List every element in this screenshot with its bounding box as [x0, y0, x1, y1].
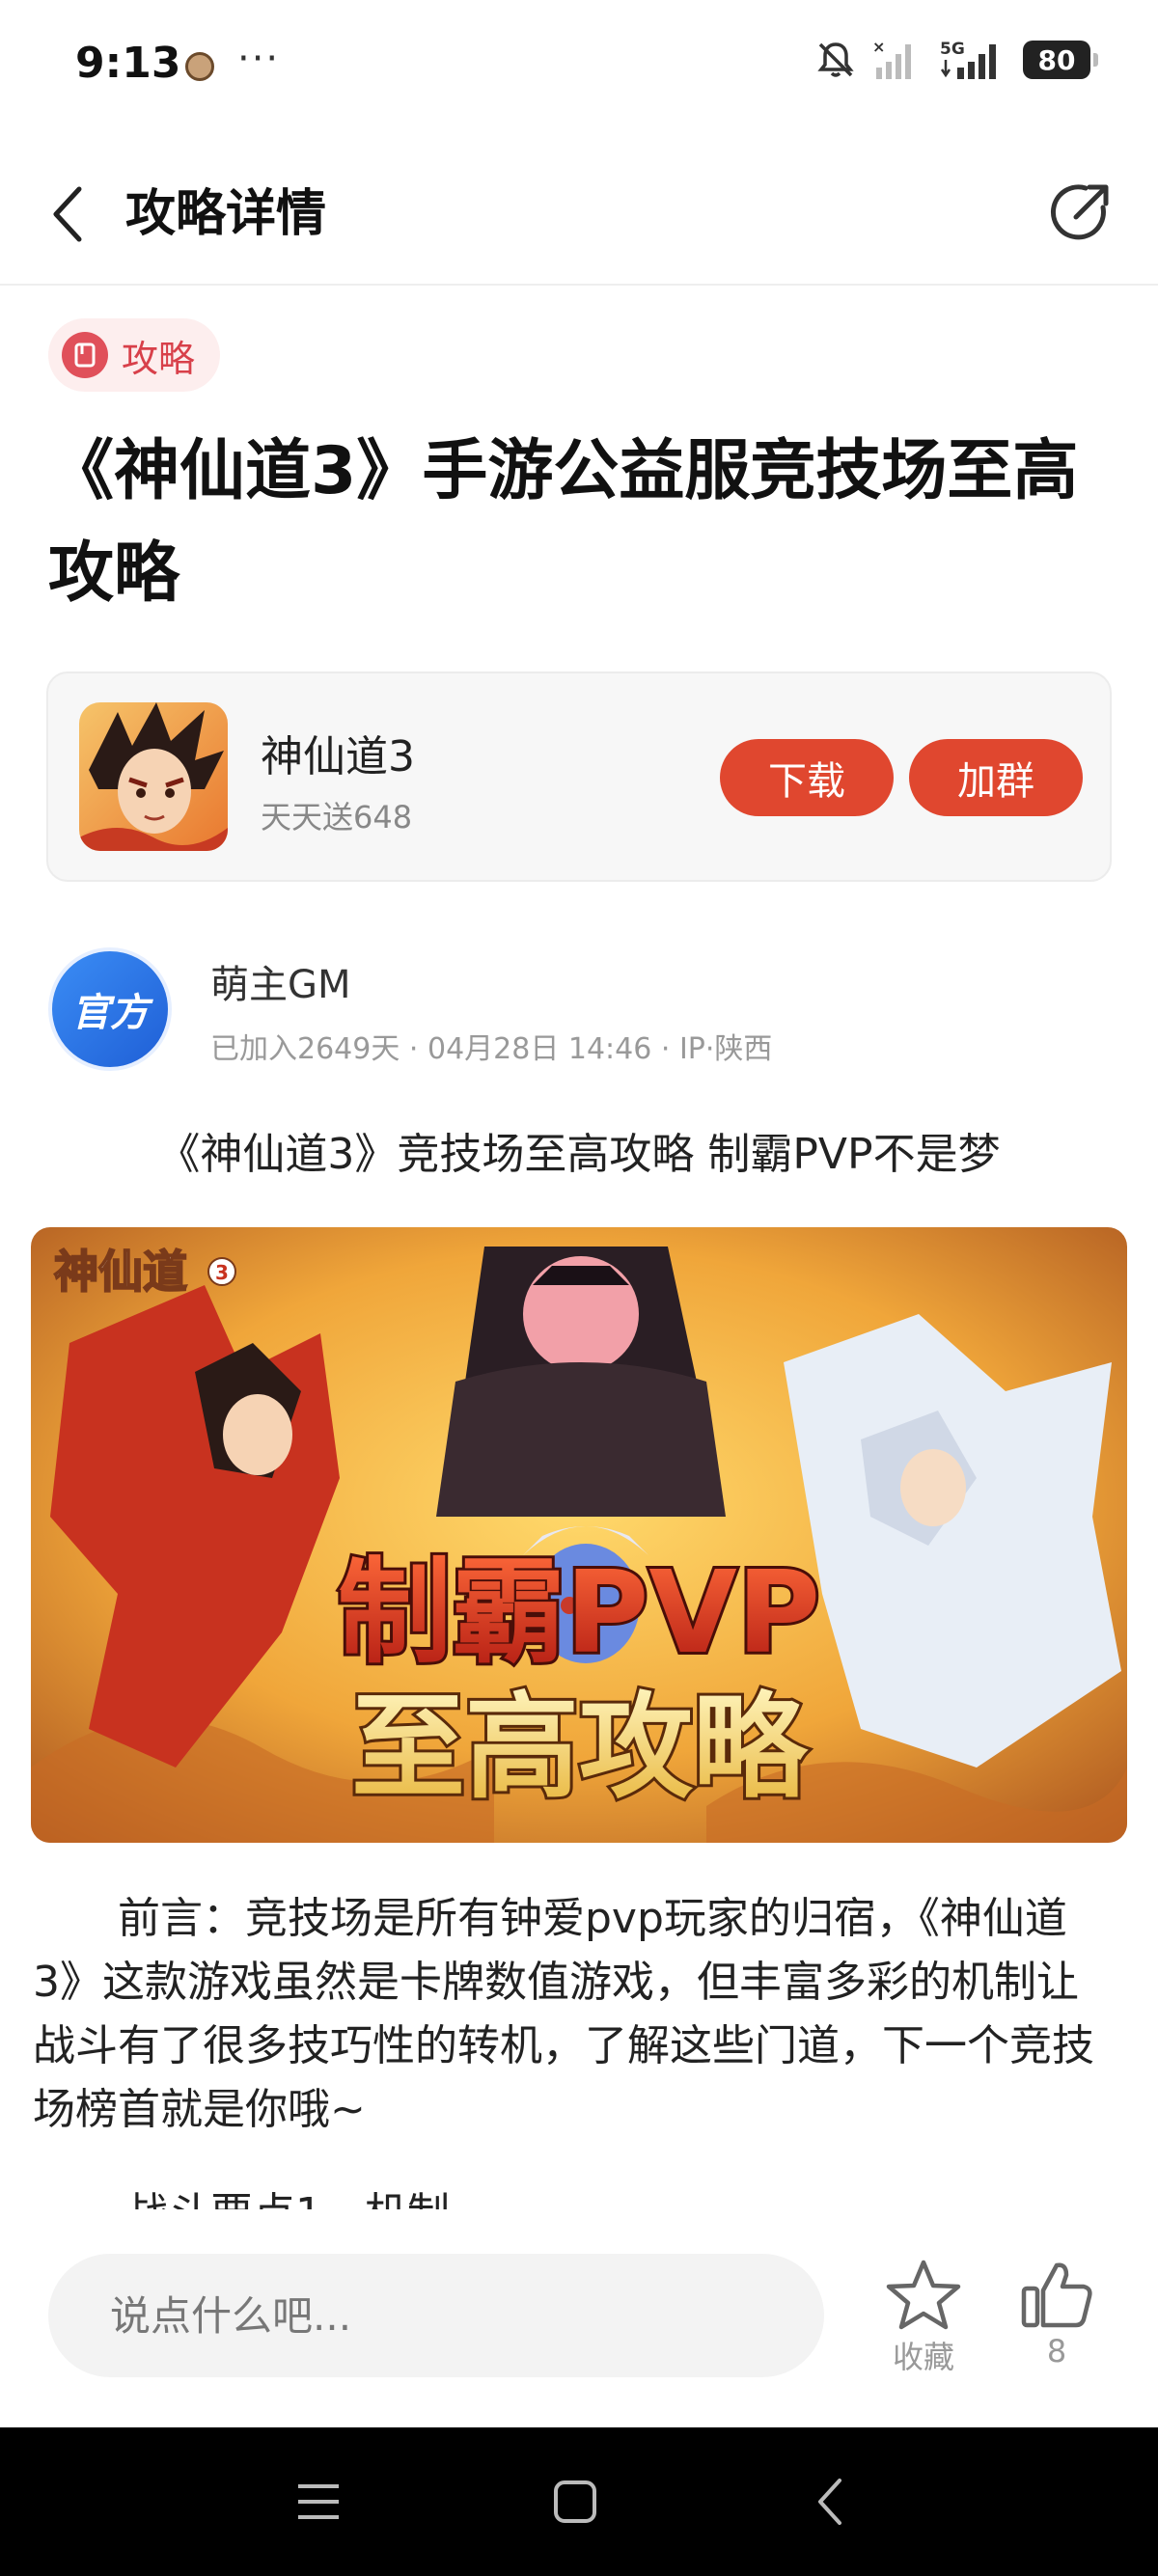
game-subtitle: 天天送648	[261, 799, 413, 836]
banner-headline-1: 制霸PVP	[338, 1546, 820, 1679]
category-tag[interactable]: 攻略	[48, 318, 221, 392]
author-meta: 已加入2649天 · 04月28日 14:46 · IP·陕西	[210, 1032, 773, 1066]
banner-logo: 神仙道	[54, 1246, 187, 1298]
status-indicators: × 5G 80	[814, 39, 1098, 81]
nav-home-button[interactable]	[537, 2466, 614, 2537]
comment-input[interactable]	[48, 2254, 824, 2377]
chevron-left-icon	[53, 186, 82, 242]
banner-logo-number: 3	[215, 1261, 229, 1284]
page-title: 攻略详情	[125, 185, 327, 243]
share-button[interactable]	[1042, 174, 1119, 251]
nav-back-button[interactable]	[791, 2466, 868, 2537]
square-home-icon	[554, 2480, 596, 2523]
back-button[interactable]	[39, 178, 96, 251]
article-body-next-line: 战斗要点1、机制	[125, 2182, 450, 2209]
post-date: 04月28日 14:46	[427, 1032, 652, 1066]
article-title: 《神仙道3》手游公益服竞技场至高攻略	[48, 433, 1079, 612]
banner-headline-2: 至高攻略	[351, 1681, 809, 1814]
signal-sim1-icon: ×	[872, 39, 911, 79]
tag-label: 攻略	[122, 337, 196, 380]
guide-book-icon	[62, 332, 108, 378]
bottom-action-bar: 收藏 8	[0, 2209, 1158, 2427]
mute-icon	[817, 42, 854, 77]
svg-text:×: ×	[872, 39, 885, 56]
status-app-icon	[185, 52, 214, 81]
post-ip-location: IP·陕西	[678, 1032, 773, 1066]
app-header: 攻略详情	[0, 145, 1158, 286]
article-body: 前言：竞技场是所有钟爱pvp玩家的归宿，《神仙道3》这款游戏虽然是卡牌数值游戏，…	[33, 1894, 1094, 2134]
menu-icon	[298, 2484, 339, 2519]
chevron-left-icon	[818, 2479, 841, 2525]
author-joined: 已加入2649天	[210, 1032, 400, 1066]
join-group-button[interactable]: 加群	[909, 739, 1083, 816]
game-app-icon	[79, 702, 228, 851]
official-badge-text: 官方	[71, 991, 149, 1035]
thumbs-up-icon	[1021, 2262, 1092, 2328]
more-notifications-icon: ···	[237, 37, 281, 81]
signal-5g-icon: 5G	[940, 40, 996, 79]
article-banner-image[interactable]: 神仙道 3 制霸PVP 至高攻略	[31, 1227, 1127, 1843]
game-name: 神仙道3	[261, 732, 415, 781]
favorite-label: 收藏	[892, 2339, 954, 2375]
share-icon	[1051, 184, 1109, 240]
like-count: 8	[1046, 2333, 1067, 2370]
status-bar: 9:13 ··· × 5G 80	[0, 0, 1158, 131]
system-nav-bar	[0, 2427, 1158, 2576]
battery-icon: 80	[1023, 41, 1098, 79]
article-subtitle: 《神仙道3》竞技场至高攻略 制霸PVP不是梦	[157, 1130, 1001, 1179]
nav-recents-button[interactable]	[280, 2466, 357, 2537]
download-button[interactable]: 下载	[720, 739, 894, 816]
like-button[interactable]: 8	[1004, 2258, 1110, 2370]
favorite-button[interactable]: 收藏	[870, 2258, 977, 2377]
status-time: 9:13	[75, 39, 181, 88]
game-card[interactable]: 神仙道3 天天送648 下载 加群	[46, 671, 1112, 882]
author-avatar[interactable]: 官方	[48, 947, 172, 1071]
network-label: 5G	[940, 40, 965, 59]
star-icon	[886, 2260, 961, 2330]
author-name[interactable]: 萌主GM	[210, 953, 351, 1009]
